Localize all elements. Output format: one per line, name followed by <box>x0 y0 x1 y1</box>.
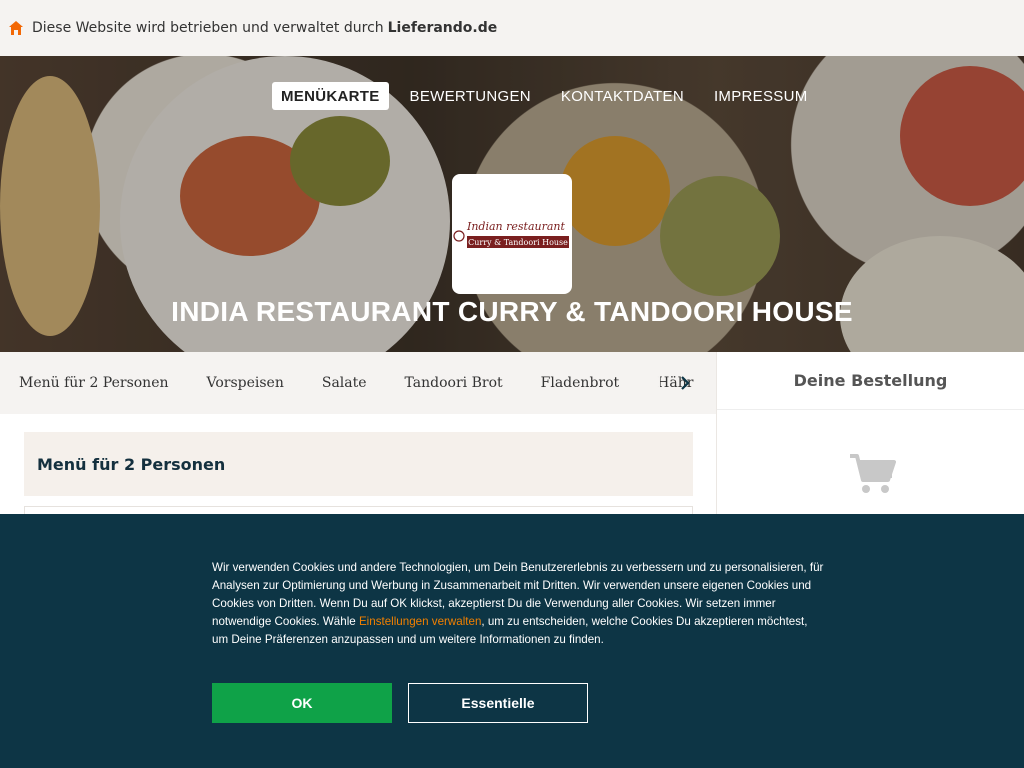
house-icon <box>9 21 23 35</box>
operator-bar: Diese Website wird betrieben und verwalt… <box>0 0 1024 56</box>
category-tab[interactable]: Menü für 2 Personen <box>19 375 169 391</box>
restaurant-logo: Indian restaurant Curry & Tandoori House <box>452 174 572 294</box>
operator-text: Diese Website wird betrieben und verwalt… <box>32 20 384 36</box>
scroll-right-button[interactable] <box>672 370 698 396</box>
category-tab[interactable]: Tandoori Brot <box>405 375 503 391</box>
restaurant-title: INDIA RESTAURANT CURRY & TANDOORI HOUSE <box>171 296 853 327</box>
category-tab[interactable]: Fladenbrot <box>541 375 620 391</box>
cart-icon <box>850 454 896 493</box>
category-tab[interactable]: Salate <box>322 375 367 391</box>
cookie-banner: Wir verwenden Cookies und andere Technol… <box>0 514 1024 768</box>
logo-line1: Indian restaurant <box>466 220 566 233</box>
restaurant-logo-image: Indian restaurant Curry & Tandoori House <box>453 220 569 248</box>
manage-settings-link[interactable]: Einstellungen verwalten <box>359 615 481 628</box>
category-tabs: Menü für 2 Personen Vorspeisen Salate Ta… <box>0 352 716 414</box>
chevron-right-icon <box>681 376 690 390</box>
essential-button[interactable]: Essentielle <box>408 683 588 723</box>
section-title: Menü für 2 Personen <box>24 432 693 496</box>
nav-impressum[interactable]: IMPRESSUM <box>705 82 817 110</box>
basket-title: Deine Bestellung <box>717 352 1024 410</box>
cookie-text: Wir verwenden Cookies und andere Technol… <box>212 559 824 649</box>
category-tab[interactable]: Vorspeisen <box>207 375 284 391</box>
nav-menukarte[interactable]: MENÜKARTE <box>272 82 389 110</box>
nav-bewertungen[interactable]: BEWERTUNGEN <box>401 82 540 110</box>
nav-kontaktdaten[interactable]: KONTAKTDATEN <box>552 82 693 110</box>
operator-brand: Lieferando.de <box>387 20 498 36</box>
hero-banner: MENÜKARTE BEWERTUNGEN KONTAKTDATEN IMPRE… <box>0 56 1024 352</box>
ok-button[interactable]: OK <box>212 683 392 723</box>
main-nav: MENÜKARTE BEWERTUNGEN KONTAKTDATEN IMPRE… <box>272 82 817 110</box>
logo-line2: Curry & Tandoori House <box>468 238 568 247</box>
